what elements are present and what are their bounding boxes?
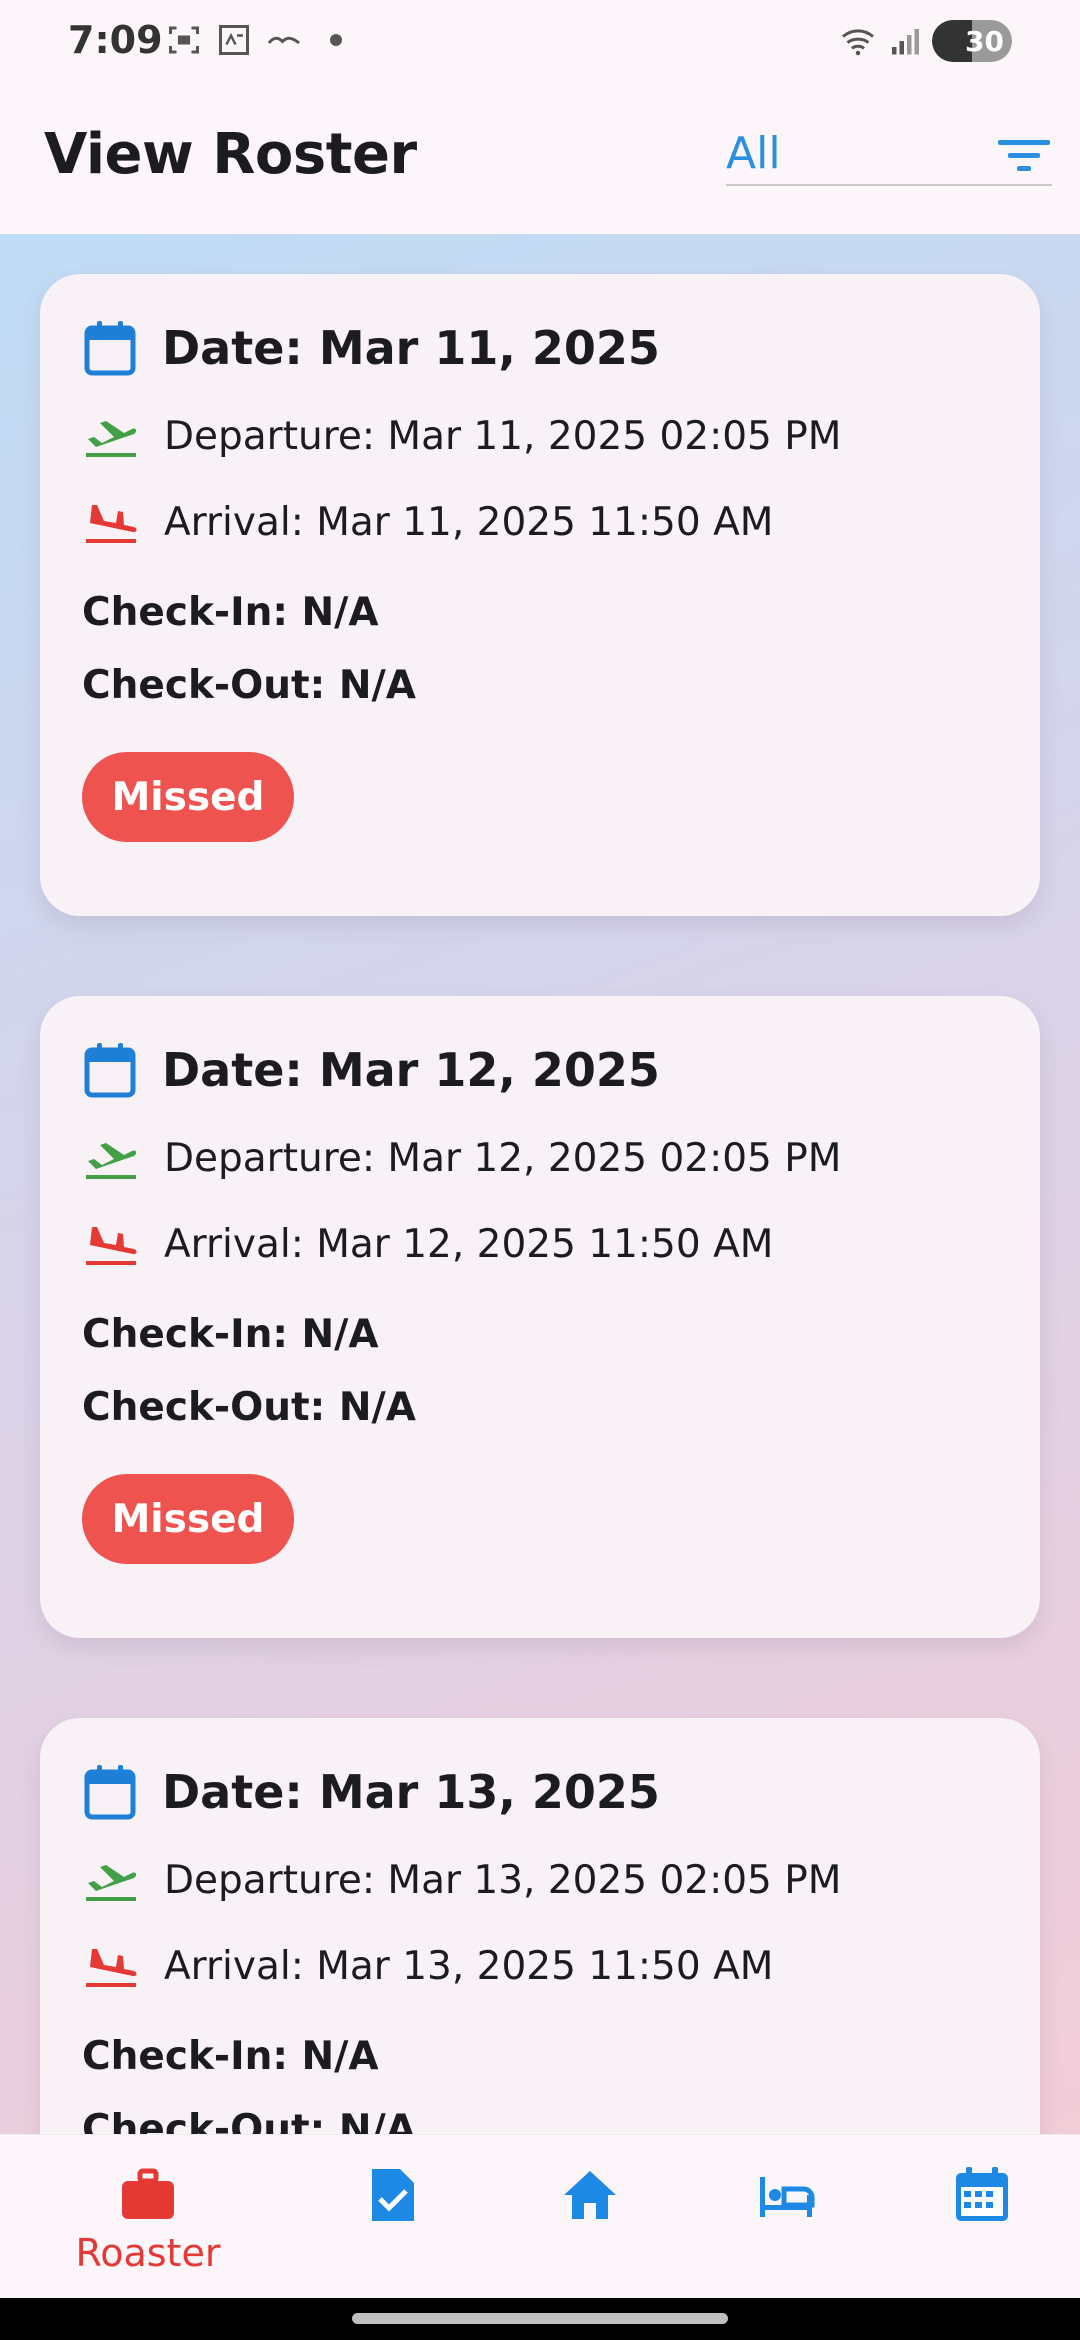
screenshot-icon — [169, 26, 199, 54]
arrival-time: Arrival: Mar 13, 2025 11:50 AM — [164, 1944, 774, 1989]
calendar-notification-icon — [219, 25, 249, 55]
hotel-bed-icon — [760, 2177, 815, 2217]
nav-item-home[interactable] — [540, 2135, 640, 2299]
roster-card[interactable]: Date: Mar 12, 2025 Departure: Mar 12, 20… — [40, 996, 1040, 1638]
roster-card[interactable]: Date: Mar 11, 2025 Departure: Mar 11, 20… — [40, 274, 1040, 916]
status-time: 7:09 — [68, 18, 163, 62]
task-check-icon — [372, 2169, 414, 2221]
flight-land-icon — [86, 1948, 137, 1987]
battery-indicator: 30 — [932, 20, 1012, 62]
departure-row: Departure: Mar 13, 2025 02:05 PM — [84, 1858, 841, 1903]
status-bar: 7:09 30 — [0, 0, 1080, 82]
filter-selected-value: All — [726, 128, 781, 179]
filter-icon[interactable] — [996, 134, 1052, 178]
departure-row: Departure: Mar 11, 2025 02:05 PM — [84, 414, 841, 459]
status-notification-icons — [166, 22, 342, 58]
departure-time: Departure: Mar 11, 2025 02:05 PM — [164, 414, 842, 459]
check-in-text: Check-In: N/A — [82, 1312, 379, 1357]
roster-date: Date: Mar 13, 2025 — [162, 1765, 660, 1819]
check-out-text: Check-Out: N/A — [82, 663, 416, 708]
status-system-icons: 30 — [840, 20, 1012, 62]
arrival-row: Arrival: Mar 12, 2025 11:50 AM — [84, 1222, 773, 1267]
calendar-icon — [956, 2167, 1008, 2221]
check-out-text: Check-Out: N/A — [82, 2107, 416, 2134]
roster-date: Date: Mar 12, 2025 — [162, 1043, 660, 1097]
departure-time: Departure: Mar 12, 2025 02:05 PM — [164, 1136, 842, 1181]
arrival-time: Arrival: Mar 12, 2025 11:50 AM — [164, 1222, 774, 1267]
flight-land-icon — [86, 1226, 137, 1265]
home-gesture-handle[interactable] — [352, 2313, 728, 2324]
flight-takeoff-icon — [86, 1864, 137, 1901]
home-icon — [564, 2171, 616, 2219]
nav-item-calendar[interactable] — [932, 2135, 1032, 2299]
date-row: Date: Mar 11, 2025 — [84, 320, 660, 376]
nav-item-tasks[interactable] — [342, 2135, 442, 2299]
calendar-icon — [84, 1765, 136, 1820]
wifi-icon — [842, 29, 874, 56]
flight-takeoff-icon — [86, 1142, 137, 1179]
roster-card[interactable]: Date: Mar 13, 2025 Departure: Mar 13, 20… — [40, 1718, 1040, 2134]
page-title: View Roster — [44, 122, 417, 187]
calendar-icon — [84, 321, 136, 376]
briefcase-icon — [122, 2168, 174, 2219]
arrival-time: Arrival: Mar 11, 2025 11:50 AM — [164, 500, 774, 545]
cloud-icon — [267, 36, 300, 45]
check-in-text: Check-In: N/A — [82, 2034, 379, 2079]
roster-list[interactable]: Date: Mar 11, 2025 Departure: Mar 11, 20… — [0, 234, 1080, 2134]
flight-takeoff-icon — [86, 420, 137, 457]
flight-land-icon — [86, 504, 137, 543]
arrival-row: Arrival: Mar 11, 2025 11:50 AM — [84, 500, 773, 545]
roster-filter-dropdown[interactable]: All — [726, 124, 1052, 186]
nav-item-roaster[interactable]: Roaster — [48, 2135, 248, 2299]
departure-row: Departure: Mar 12, 2025 02:05 PM — [84, 1136, 841, 1181]
nav-label-roaster: Roaster — [75, 2231, 221, 2275]
departure-time: Departure: Mar 13, 2025 02:05 PM — [164, 1858, 842, 1903]
status-badge: Missed — [82, 752, 294, 842]
status-badge: Missed — [82, 1474, 294, 1564]
check-in-text: Check-In: N/A — [82, 590, 379, 635]
roster-date: Date: Mar 11, 2025 — [162, 321, 660, 375]
notification-dot-icon — [330, 34, 342, 46]
date-row: Date: Mar 13, 2025 — [84, 1764, 660, 1820]
calendar-icon — [84, 1043, 136, 1098]
bottom-navigation: Roaster — [0, 2134, 1080, 2298]
app-bar: View Roster All — [0, 82, 1080, 234]
signal-icon — [892, 29, 919, 55]
nav-item-hotel[interactable] — [736, 2135, 836, 2299]
date-row: Date: Mar 12, 2025 — [84, 1042, 660, 1098]
battery-level: 30 — [965, 24, 1004, 58]
arrival-row: Arrival: Mar 13, 2025 11:50 AM — [84, 1944, 773, 1989]
check-out-text: Check-Out: N/A — [82, 1385, 416, 1430]
